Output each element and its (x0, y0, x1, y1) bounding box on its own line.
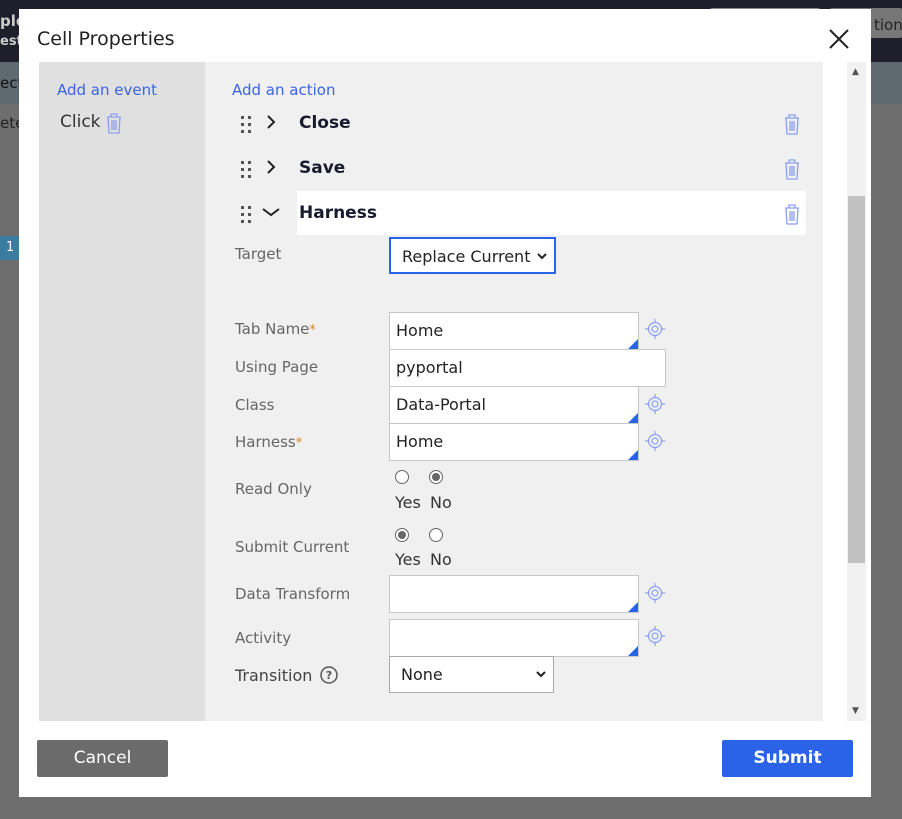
dialog-body: Add an event Click Add an action Close S… (39, 62, 823, 721)
harness-input[interactable]: Home (389, 423, 639, 461)
trash-icon[interactable] (105, 112, 123, 134)
add-action-link[interactable]: Add an action (232, 81, 335, 99)
transition-label: Transition ? (235, 666, 339, 685)
autocomplete-icon (628, 646, 638, 656)
target-select[interactable]: Replace Current (389, 237, 556, 274)
bg-badge: 1 (0, 236, 19, 260)
activity-input[interactable] (389, 619, 639, 657)
submit-current-yes-radio[interactable] (395, 528, 409, 542)
svg-text:?: ? (326, 669, 332, 682)
trash-icon[interactable] (783, 113, 801, 135)
read-only-yes-label: Yes (395, 493, 421, 512)
submit-button[interactable]: Submit (722, 740, 853, 777)
required-icon: * (309, 323, 316, 338)
read-only-no-label: No (430, 493, 452, 512)
submit-current-no-radio[interactable] (429, 528, 443, 542)
target-label: Target (235, 245, 282, 263)
data-transform-input[interactable] (389, 575, 639, 613)
target-picker-icon[interactable] (645, 319, 665, 339)
read-only-yes-radio[interactable] (395, 470, 409, 484)
chevron-right-icon[interactable] (264, 115, 278, 129)
scroll-down-icon[interactable]: ▼ (852, 706, 859, 716)
read-only-no-radio[interactable] (429, 470, 443, 484)
using-page-label: Using Page (235, 358, 319, 376)
transition-select[interactable]: None (389, 656, 554, 693)
target-picker-icon[interactable] (645, 583, 665, 603)
submit-current-yes-label: Yes (395, 550, 421, 569)
autocomplete-icon (628, 602, 638, 612)
action-row-close[interactable]: Close (233, 102, 806, 146)
target-picker-icon[interactable] (645, 626, 665, 646)
dialog-scrollbar[interactable]: ▲ ▼ (847, 62, 866, 721)
target-picker-icon[interactable] (645, 431, 665, 451)
dialog-title: Cell Properties (37, 28, 175, 50)
drag-handle-icon[interactable] (240, 205, 252, 223)
harness-label: Harness* (235, 433, 303, 451)
scroll-up-icon[interactable]: ▲ (852, 67, 859, 77)
autocomplete-icon (628, 339, 638, 349)
help-icon[interactable]: ? (320, 666, 339, 684)
close-icon[interactable] (827, 27, 851, 51)
autocomplete-icon (628, 450, 638, 460)
add-event-link[interactable]: Add an event (57, 81, 157, 99)
tab-name-label: Tab Name* (235, 320, 316, 338)
scrollbar-thumb[interactable] (848, 196, 865, 563)
chevron-down-icon (537, 253, 547, 260)
chevron-down-icon (536, 671, 546, 678)
action-row-save[interactable]: Save (233, 146, 806, 190)
drag-handle-icon[interactable] (240, 115, 252, 133)
trash-icon[interactable] (783, 203, 801, 225)
action-row-harness-content[interactable]: Harness (233, 191, 806, 235)
action-label: Close (299, 113, 351, 133)
autocomplete-icon (628, 413, 638, 423)
data-transform-label: Data Transform (235, 585, 351, 603)
chevron-down-icon[interactable] (262, 205, 280, 219)
drag-handle-icon[interactable] (240, 160, 252, 178)
class-input[interactable]: Data-Portal (389, 386, 639, 424)
events-panel: Add an event Click (39, 62, 205, 721)
event-click[interactable]: Click (60, 112, 101, 132)
using-page-input[interactable]: pyportal (389, 349, 666, 387)
activity-label: Activity (235, 629, 292, 647)
cell-properties-dialog: Cell Properties Add an event Click Add a… (19, 9, 871, 797)
target-picker-icon[interactable] (645, 394, 665, 414)
action-label: Save (299, 158, 346, 178)
tab-name-input[interactable]: Home (389, 312, 639, 350)
trash-icon[interactable] (783, 158, 801, 180)
cancel-button[interactable]: Cancel (37, 740, 168, 777)
chevron-right-icon[interactable] (264, 160, 278, 174)
class-label: Class (235, 396, 275, 414)
submit-current-label: Submit Current (235, 538, 350, 556)
submit-current-no-label: No (430, 550, 452, 569)
action-label: Harness (299, 203, 377, 223)
read-only-label: Read Only (235, 480, 312, 498)
required-icon: * (295, 436, 303, 451)
